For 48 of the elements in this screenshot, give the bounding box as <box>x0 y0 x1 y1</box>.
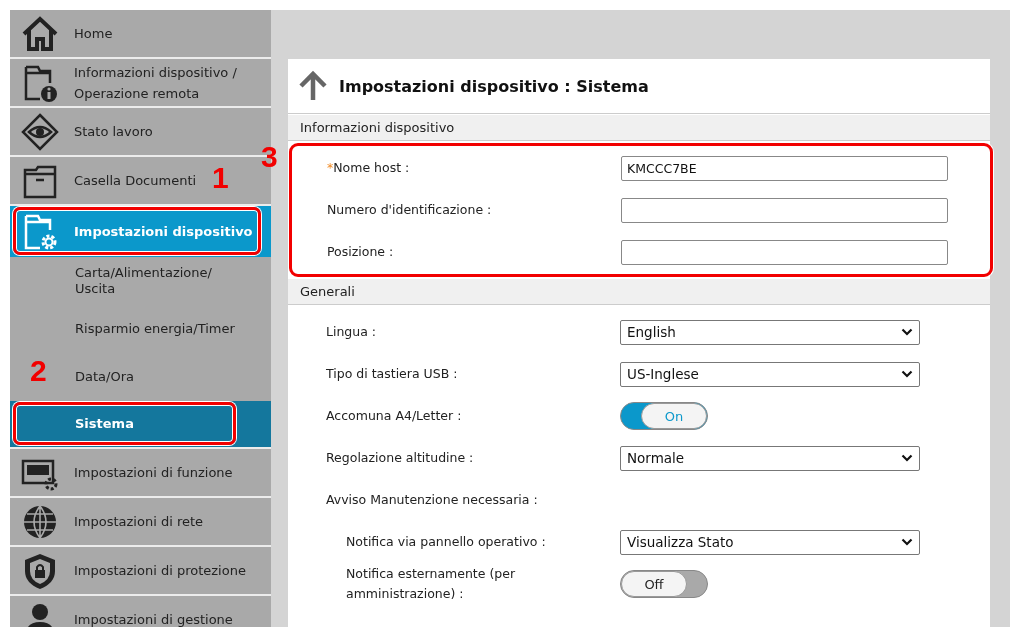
callout-number: 1 <box>212 163 229 193</box>
toggle-switch[interactable]: Off <box>620 570 708 598</box>
chevron-icon <box>901 538 913 546</box>
chevron-icon <box>901 370 913 378</box>
field-label: Notifica esternamente (per amministrazione) : <box>346 565 517 603</box>
nav-label: Impostazioni di funzione <box>74 464 233 482</box>
dropdown[interactable]: US-Inglese <box>620 361 920 387</box>
field-label: Numero d'identificazione : <box>327 201 493 219</box>
page-title: Impostazioni dispositivo : Sistema <box>339 76 649 96</box>
nav-item[interactable]: Impostazioni di protezione <box>10 547 271 596</box>
input-field[interactable] <box>621 197 948 223</box>
nav-link[interactable]: Data/Ora <box>75 369 134 385</box>
nav-subitem[interactable]: Sistema <box>10 401 271 449</box>
nav-label: Casella Documenti <box>74 172 197 190</box>
chevron-icon <box>901 328 913 336</box>
field-label: Accomuna A4/Letter : <box>326 407 463 425</box>
nav-label: Informazioni dispositivo / Operazione remota <box>74 63 238 103</box>
field-label: Avviso Manutenzione necessaria : <box>326 491 539 509</box>
nav-label: Impostazioni di gestione <box>74 611 233 627</box>
nav-item[interactable]: Impostazioni di funzione <box>10 449 271 498</box>
field-label: Posizione : <box>327 243 395 261</box>
nav-label: Impostazioni dispositivo <box>74 223 253 241</box>
nav-link[interactable]: Risparmio energia/Timer <box>75 321 235 337</box>
field-label: Notifica via pannello operativo : <box>346 533 547 551</box>
field-label: *Nome host : <box>327 159 411 177</box>
up-arrow-icon[interactable] <box>297 70 329 102</box>
dropdown[interactable]: Normale <box>620 445 920 471</box>
eye-icon <box>20 111 60 152</box>
input-field[interactable] <box>621 239 948 265</box>
nav-item[interactable]: Home <box>10 10 271 59</box>
nav-label: Home <box>74 25 113 43</box>
chevron-icon <box>901 454 913 462</box>
nav-label: Impostazioni di rete <box>74 513 204 531</box>
nav-label: Stato lavoro <box>74 123 153 141</box>
field-label: Lingua : <box>326 323 378 341</box>
dropdown[interactable]: Visualizza Stato <box>620 529 920 555</box>
nav-link[interactable]: Carta/Alimentazione/ Uscita <box>75 265 247 297</box>
nav-item[interactable]: Informazioni dispositivo / Operazione remota <box>10 59 271 108</box>
section-header: Informazioni dispositivo <box>288 115 990 141</box>
nav-label: Impostazioni di protezione <box>74 562 246 580</box>
dropdown[interactable]: English <box>620 319 920 345</box>
nav-label: Sistema <box>75 416 134 432</box>
input-field[interactable]: KMCCC7BE <box>621 155 948 181</box>
callout-number: 2 <box>30 356 47 386</box>
section-header: Generali <box>288 279 990 305</box>
nav-item[interactable]: Impostazioni di rete <box>10 498 271 547</box>
field-label: Regolazione altitudine : <box>326 449 475 467</box>
field-label: Tipo di tastiera USB : <box>326 365 459 383</box>
